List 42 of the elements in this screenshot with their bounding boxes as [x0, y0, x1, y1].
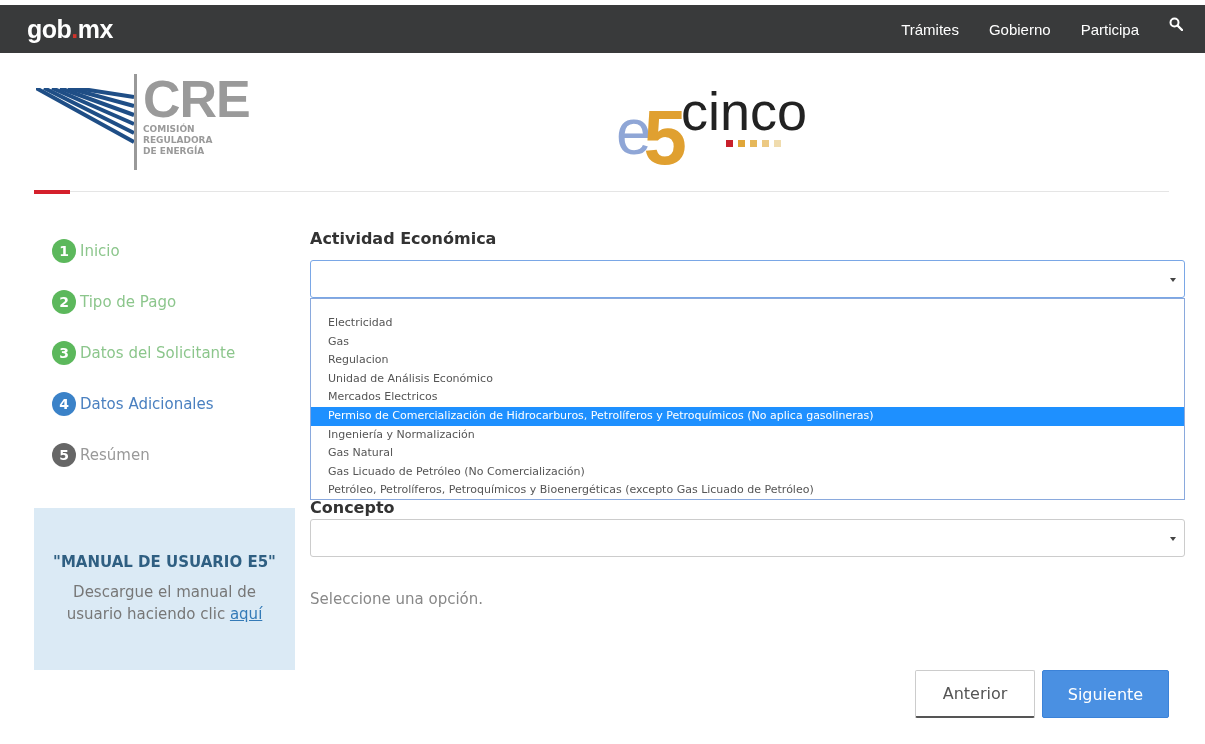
help-text: Seleccione una opción. — [310, 590, 485, 608]
dropdown-field[interactable] — [310, 519, 1185, 557]
step-number: 5 — [52, 443, 76, 467]
step-link[interactable]: 5 Resúmen — [52, 443, 295, 467]
step-number: 4 — [52, 392, 76, 416]
step-link[interactable]: 4 Datos Adicionales — [52, 392, 295, 416]
step-number: 1 — [52, 239, 76, 263]
step-label: Datos del Solicitante — [80, 344, 236, 362]
step-label: Resúmen — [80, 446, 150, 464]
manual-description: Descargue el manual de usuario haciendo clic aquí — [65, 582, 264, 625]
search-icon — [1169, 17, 1183, 31]
caret-icon — [1170, 537, 1176, 541]
back-button[interactable]: Anterior — [915, 670, 1035, 718]
step-label: Tipo de Pago — [80, 293, 177, 311]
dropdown-option[interactable]: Mercados Electricos — [311, 388, 1184, 407]
caret-icon — [1170, 278, 1176, 282]
dropdown-option[interactable]: Ingeniería y Normalización — [311, 425, 1184, 445]
logo-subtitle: REGULADORA — [143, 135, 214, 145]
dropdown-option[interactable]: Electricidad — [311, 314, 1184, 333]
logo-subtitle: DE ENERGÍA — [143, 146, 206, 157]
field-label: Actividad Económica — [310, 229, 498, 250]
field-label: Concepto — [310, 500, 396, 516]
step-label: Inicio — [80, 242, 120, 260]
logo-subtitle: COMISIÓN — [143, 124, 196, 135]
step-number: 2 — [52, 290, 76, 314]
dropdown-field[interactable] — [310, 260, 1185, 298]
dropdown-option[interactable]: Unidad de Análisis Económico — [311, 369, 1184, 389]
step-label: Datos Adicionales — [80, 395, 214, 413]
download-link[interactable]: aquí — [229, 605, 263, 623]
dropdown-option[interactable]: Petróleo, Petrolíferos, Petroquímicos y Bioenergéticas (excepto Gas Licuado de Petróleo) — [311, 481, 1184, 500]
nav-link[interactable]: Gobierno — [988, 20, 1051, 38]
manual-title: "MANUAL DE USUARIO E5" — [53, 553, 276, 571]
step-number: 3 — [52, 341, 76, 365]
dropdown-option[interactable]: Gas Natural — [311, 444, 1184, 463]
dropdown-option[interactable]: Gas Licuado de Petróleo (No Comercialización) — [311, 462, 1184, 482]
stripes-logo-icon — [36, 88, 136, 144]
gob-mx-logo[interactable]: gob.mx — [27, 14, 113, 44]
dropdown-option[interactable]: Regulacion — [311, 351, 1184, 370]
logo-acronym: CRE — [143, 74, 250, 124]
nav-link[interactable]: Participa — [1080, 20, 1139, 38]
dropdown-option[interactable]: Gas — [311, 332, 1184, 352]
nav-link[interactable]: Trámites — [901, 20, 959, 38]
